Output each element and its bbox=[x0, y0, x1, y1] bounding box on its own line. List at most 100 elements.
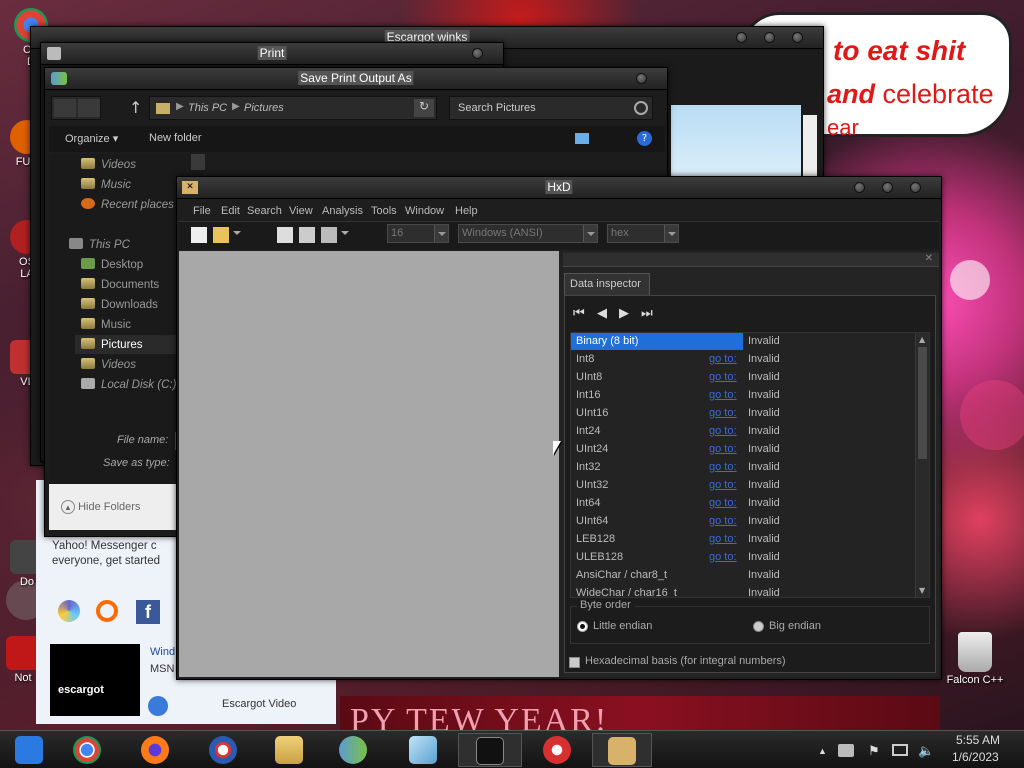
save-all-icon[interactable] bbox=[299, 227, 315, 243]
messenger-service-icon[interactable] bbox=[58, 600, 80, 622]
taskbar-app-cmd[interactable] bbox=[458, 733, 522, 767]
last-icon[interactable]: ⏭ bbox=[641, 306, 653, 321]
open-file-icon[interactable] bbox=[213, 227, 229, 243]
desktop-icon-recycle-bin[interactable]: Falcon C++ bbox=[944, 632, 1006, 686]
menu-tools[interactable]: Tools bbox=[371, 205, 397, 217]
inspector-row[interactable]: AnsiChar / char8_t Invalid bbox=[571, 567, 913, 585]
sidebar-item-music[interactable]: Music bbox=[81, 178, 131, 191]
refresh-icon[interactable]: ↻ bbox=[414, 99, 434, 117]
row-value[interactable]: Invalid bbox=[748, 371, 780, 383]
chevron-down-icon[interactable]: ▼ bbox=[919, 586, 925, 595]
inspector-row[interactable]: ULEB128 go to: Invalid bbox=[571, 549, 913, 567]
taskbar-app-pinball[interactable] bbox=[528, 733, 586, 767]
goto-link[interactable]: go to: bbox=[709, 353, 737, 365]
hxd-window[interactable]: ✕ HxD File Edit Search View Analysis Too… bbox=[176, 176, 942, 680]
row-value[interactable]: Invalid bbox=[748, 479, 780, 491]
sidebar-scrollbar[interactable] bbox=[191, 154, 205, 170]
big-endian-label[interactable]: Big endian bbox=[769, 620, 821, 632]
inspector-grid[interactable]: Binary (8 bit) Invalid Int8 go to: Invalid … bbox=[570, 332, 930, 598]
menu-file[interactable]: File bbox=[193, 205, 211, 217]
goto-link[interactable]: go to: bbox=[709, 461, 737, 473]
close-button[interactable] bbox=[910, 182, 921, 193]
printer-icon[interactable] bbox=[838, 744, 854, 757]
row-value[interactable]: Invalid bbox=[748, 569, 780, 581]
inspector-row[interactable]: Int64 go to: Invalid bbox=[571, 495, 913, 513]
row-value[interactable]: Invalid bbox=[748, 443, 780, 455]
maximize-button[interactable] bbox=[764, 32, 775, 43]
play-icon[interactable] bbox=[148, 696, 168, 716]
row-value[interactable]: Invalid bbox=[748, 407, 780, 419]
hex-basis-checkbox[interactable] bbox=[569, 657, 580, 668]
organize-button[interactable]: Organize ▾ bbox=[65, 132, 118, 145]
goto-link[interactable]: go to: bbox=[709, 497, 737, 509]
charset-select[interactable]: Windows (ANSI) bbox=[458, 224, 598, 243]
address-bar[interactable]: ▶ This PC ▶ Pictures ↻ bbox=[149, 96, 437, 120]
little-endian-radio[interactable] bbox=[577, 621, 588, 632]
previous-icon[interactable]: ◀ bbox=[597, 306, 607, 321]
editor-area[interactable] bbox=[179, 251, 559, 677]
taskbar-app-chrome[interactable] bbox=[58, 733, 116, 767]
menu-help[interactable]: Help bbox=[455, 205, 478, 217]
minimize-button[interactable] bbox=[854, 182, 865, 193]
goto-link[interactable]: go to: bbox=[709, 389, 737, 401]
close-file-icon[interactable] bbox=[321, 227, 337, 243]
grid-scrollbar[interactable]: ▲ ▼ bbox=[915, 333, 929, 597]
sidebar-item-downloads[interactable]: Downloads bbox=[81, 298, 158, 311]
save-icon[interactable] bbox=[277, 227, 293, 243]
new-file-icon[interactable] bbox=[191, 227, 207, 243]
taskbar-app-firefox[interactable] bbox=[126, 733, 184, 767]
sidebar-item-recent-places[interactable]: Recent places bbox=[81, 198, 174, 211]
taskbar-app-notepad[interactable] bbox=[394, 733, 452, 767]
menu-search[interactable]: Search bbox=[247, 205, 282, 217]
row-value[interactable]: Invalid bbox=[748, 497, 780, 509]
inspector-row[interactable]: Int8 go to: Invalid bbox=[571, 351, 913, 369]
minimize-button[interactable] bbox=[736, 32, 747, 43]
row-value[interactable]: Invalid bbox=[748, 587, 780, 597]
first-icon[interactable]: ⏮ bbox=[573, 306, 585, 321]
row-value[interactable]: Invalid bbox=[748, 353, 780, 365]
inspector-row[interactable]: WideChar / char16_t Invalid bbox=[571, 585, 913, 597]
inspector-row[interactable]: Binary (8 bit) Invalid bbox=[571, 333, 913, 351]
close-icon[interactable]: ✕ bbox=[925, 253, 933, 264]
goto-link[interactable]: go to: bbox=[709, 479, 737, 491]
clock-time[interactable]: 5:55 AM bbox=[956, 733, 1000, 747]
row-value[interactable]: Invalid bbox=[748, 551, 780, 563]
close-button[interactable] bbox=[472, 48, 483, 59]
clock-date[interactable]: 1/6/2023 bbox=[952, 750, 999, 764]
close-button[interactable] bbox=[636, 73, 647, 84]
goto-link[interactable]: go to: bbox=[709, 443, 737, 455]
sidebar-item-documents[interactable]: Documents bbox=[81, 278, 159, 291]
taskbar-app-people[interactable] bbox=[324, 733, 382, 767]
new-folder-button[interactable]: New folder bbox=[149, 132, 202, 144]
sidebar-item-pictures[interactable]: Pictures bbox=[81, 338, 143, 351]
little-endian-label[interactable]: Little endian bbox=[593, 620, 652, 632]
sidebar-item-local-disk[interactable]: Local Disk (C:) bbox=[81, 378, 176, 391]
inspector-row[interactable]: LEB128 go to: Invalid bbox=[571, 531, 913, 549]
row-value[interactable]: Invalid bbox=[748, 533, 780, 545]
big-endian-radio[interactable] bbox=[753, 621, 764, 632]
breadcrumb-pictures[interactable]: Pictures bbox=[244, 102, 284, 114]
sidebar-item-this-pc[interactable]: This PC bbox=[69, 238, 130, 251]
back-button[interactable] bbox=[54, 99, 76, 117]
taskbar-app-hxd[interactable] bbox=[592, 733, 652, 767]
inspector-row[interactable]: UInt32 go to: Invalid bbox=[571, 477, 913, 495]
breadcrumb-this-pc[interactable]: This PC bbox=[188, 102, 227, 114]
search-input[interactable]: Search Pictures bbox=[458, 102, 536, 114]
goto-link[interactable]: go to: bbox=[709, 515, 737, 527]
inspector-row[interactable]: Int32 go to: Invalid bbox=[571, 459, 913, 477]
inspector-row[interactable]: UInt24 go to: Invalid bbox=[571, 441, 913, 459]
chevron-down-icon[interactable] bbox=[233, 231, 241, 239]
up-arrow-icon[interactable]: ↑ bbox=[129, 98, 142, 117]
goto-link[interactable]: go to: bbox=[709, 551, 737, 563]
maximize-button[interactable] bbox=[882, 182, 893, 193]
taskbar-app-ie[interactable] bbox=[0, 733, 58, 767]
escargot-video-label[interactable]: Escargot Video bbox=[222, 698, 296, 710]
row-value[interactable]: Invalid bbox=[748, 461, 780, 473]
menu-window[interactable]: Window bbox=[405, 205, 444, 217]
flag-icon[interactable]: ⚑ bbox=[868, 743, 880, 759]
search-box[interactable]: Search Pictures bbox=[449, 96, 653, 120]
bytes-per-row-select[interactable]: 16 bbox=[387, 224, 449, 243]
hex-basis-label[interactable]: Hexadecimal basis (for integral numbers) bbox=[585, 655, 786, 667]
titlebar[interactable]: Print bbox=[41, 43, 503, 65]
scrollbar-thumb[interactable] bbox=[918, 347, 927, 459]
